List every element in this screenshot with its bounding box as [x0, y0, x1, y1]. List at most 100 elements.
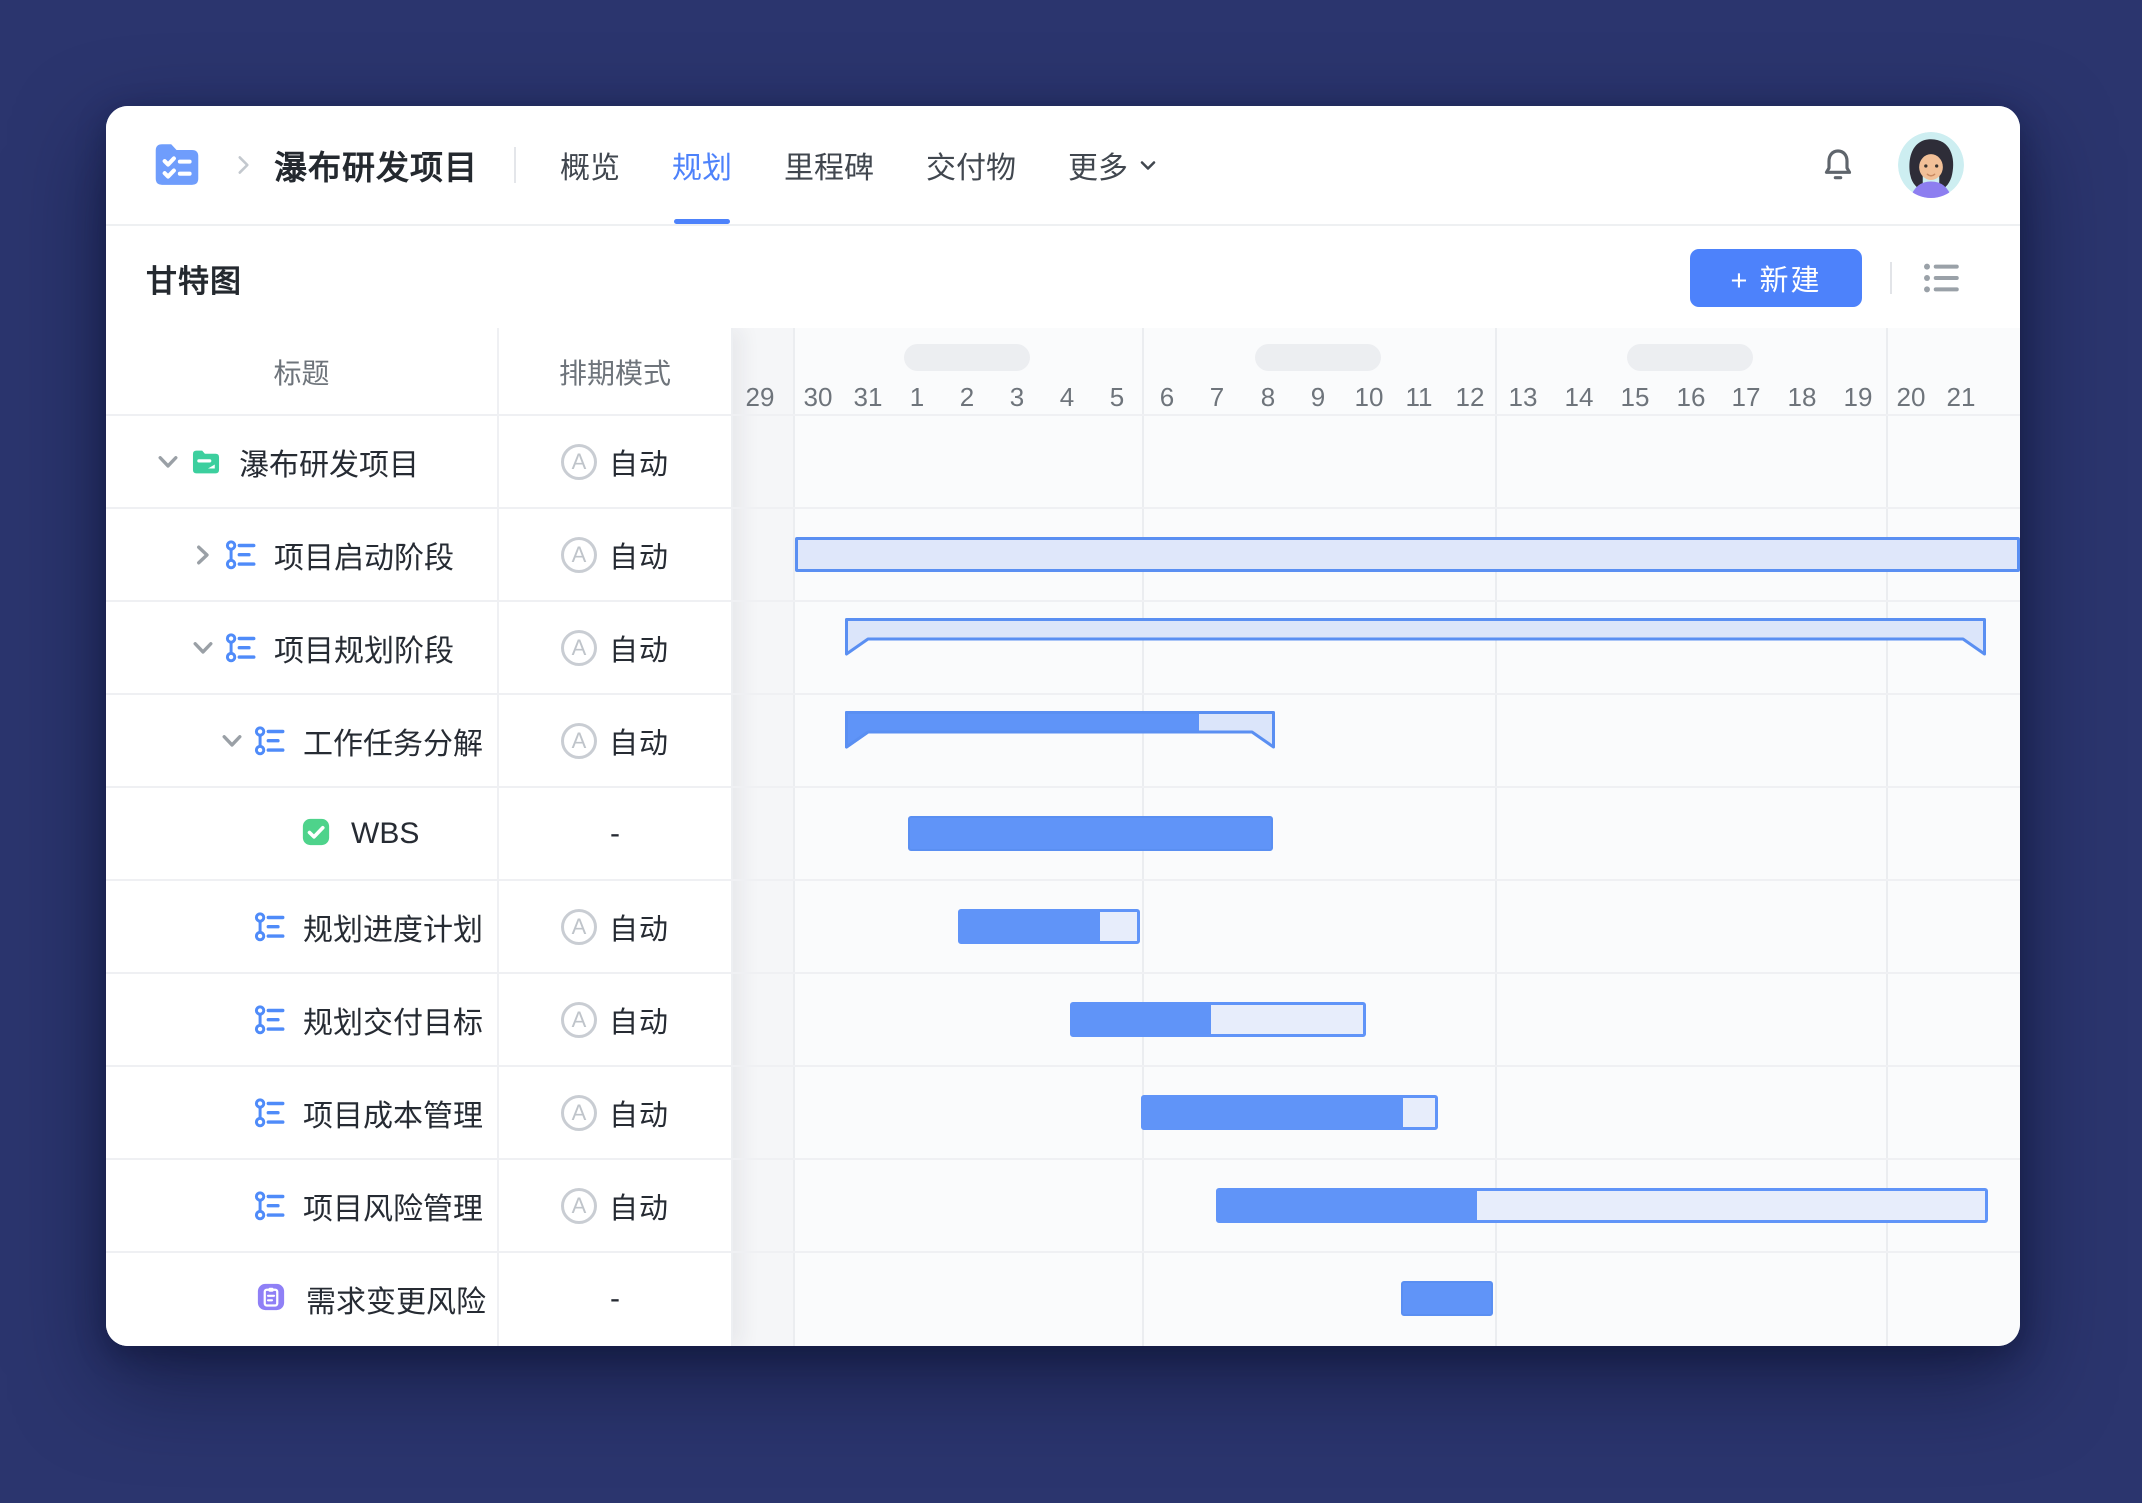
chevron-down-icon[interactable] — [215, 724, 249, 758]
day-label: 15 — [1621, 382, 1650, 413]
table-row[interactable]: 规划交付目标A自动 — [106, 973, 733, 1066]
chevron-down-icon[interactable] — [186, 631, 220, 665]
notification-bell-icon[interactable] — [1818, 145, 1858, 185]
day-label: 29 — [746, 382, 775, 413]
schedule-mode-label: 自动 — [609, 441, 669, 483]
auto-mode-badge-icon: A — [561, 1188, 597, 1224]
auto-mode-badge-icon: A — [561, 909, 597, 945]
schedule-mode-cell[interactable]: A自动 — [497, 880, 733, 973]
breadcrumb-chevron-icon — [230, 152, 256, 178]
list-view-icon[interactable] — [1920, 257, 1962, 299]
gantt-bar-task-progress[interactable] — [1141, 1095, 1438, 1130]
table-row[interactable]: 规划进度计划A自动 — [106, 880, 733, 973]
gantt-toolbar: 甘特图 + 新建 — [106, 228, 2020, 328]
tab-label: 概览 — [560, 143, 620, 187]
tab-概览[interactable]: 概览 — [560, 106, 620, 224]
tab-更多[interactable]: 更多 — [1068, 106, 1160, 224]
day-label: 3 — [1010, 382, 1024, 413]
column-header-title: 标题 — [106, 328, 497, 415]
tab-规划[interactable]: 规划 — [672, 106, 732, 224]
gantt-bar-task[interactable] — [908, 816, 1273, 851]
day-label: 5 — [1110, 382, 1124, 413]
schedule-mode-cell[interactable]: A自动 — [497, 1066, 733, 1159]
schedule-mode-cell[interactable]: A自动 — [497, 694, 733, 787]
stage-icon — [224, 631, 258, 665]
tab-里程碑[interactable]: 里程碑 — [784, 106, 874, 224]
task-title: 瀑布研发项目 — [239, 440, 419, 484]
day-label: 4 — [1060, 382, 1074, 413]
schedule-mode-label: 自动 — [609, 627, 669, 669]
schedule-mode-cell[interactable]: A自动 — [497, 508, 733, 601]
schedule-mode-cell[interactable]: A自动 — [497, 973, 733, 1066]
schedule-mode-cell[interactable]: - — [497, 1252, 733, 1345]
auto-mode-badge-icon: A — [561, 723, 597, 759]
tab-label: 交付物 — [926, 143, 1016, 187]
day-label: 12 — [1456, 382, 1485, 413]
day-label: 11 — [1406, 382, 1433, 413]
table-row[interactable]: 项目风险管理A自动 — [106, 1159, 733, 1252]
chevron-right-icon[interactable] — [186, 538, 220, 572]
tab-label: 里程碑 — [784, 143, 874, 187]
gantt-bar-fill — [1218, 1190, 1477, 1223]
row-gridline — [106, 600, 2020, 602]
table-row[interactable]: 工作任务分解 A自动 — [106, 694, 733, 787]
gantt-bar-range[interactable] — [795, 537, 2020, 572]
schedule-mode-dash: - — [610, 817, 620, 851]
gantt-bar-summary[interactable] — [845, 618, 1986, 658]
task-title: WBS — [351, 817, 419, 851]
user-avatar[interactable] — [1898, 132, 1964, 198]
stage-icon — [224, 538, 258, 572]
table-row[interactable]: 瀑布研发项目 A自动 — [106, 415, 733, 508]
row-gridline — [106, 693, 2020, 695]
stage-icon — [253, 1096, 287, 1130]
doc-icon — [256, 1282, 290, 1316]
schedule-mode-cell[interactable]: - — [497, 787, 733, 880]
gantt-bar-task-progress[interactable] — [1070, 1002, 1366, 1037]
stage-icon — [253, 1189, 287, 1223]
gantt-bar-summary[interactable] — [845, 711, 1275, 751]
day-label: 1 — [910, 382, 924, 413]
gantt-bar-task-progress[interactable] — [958, 909, 1140, 944]
stage-icon — [253, 910, 287, 944]
table-row[interactable]: 项目成本管理 A自动 — [106, 1066, 733, 1159]
schedule-mode-label: 自动 — [609, 1185, 669, 1227]
table-row[interactable]: WBS - — [106, 787, 733, 880]
auto-mode-badge-icon: A — [561, 630, 597, 666]
gantt-bar-summary-fill — [845, 711, 1199, 751]
schedule-mode-cell[interactable]: A自动 — [497, 415, 733, 508]
day-label: 8 — [1261, 382, 1275, 413]
day-label: 6 — [1160, 382, 1174, 413]
new-task-button[interactable]: + 新建 — [1690, 249, 1862, 307]
app-logo-icon[interactable] — [148, 136, 206, 194]
auto-mode-badge-icon: A — [561, 537, 597, 573]
gantt-main: 293031123456789101112131415161718192021 … — [106, 328, 2020, 1346]
column-header-mode: 排期模式 — [497, 328, 733, 415]
task-title: 项目成本管理 — [303, 1091, 483, 1135]
table-row[interactable]: 项目规划阶段A自动 — [106, 601, 733, 694]
auto-mode-badge-icon: A — [561, 1002, 597, 1038]
schedule-mode-cell[interactable]: A 自动 — [497, 1159, 733, 1252]
tab-交付物[interactable]: 交付物 — [926, 106, 1016, 224]
day-label: 20 — [1897, 382, 1926, 413]
project-icon — [189, 445, 223, 479]
table-row[interactable]: 需求变更风险- — [106, 1252, 733, 1345]
gantt-bar-fill — [1143, 1097, 1403, 1130]
chevron-down-icon[interactable] — [151, 445, 185, 479]
day-label: 13 — [1509, 382, 1538, 413]
day-label: 2 — [960, 382, 974, 413]
month-label-skeleton — [904, 344, 1030, 371]
row-gridline — [106, 879, 2020, 881]
task-title: 需求变更风险 — [306, 1277, 486, 1321]
day-label: 21 — [1947, 382, 1976, 413]
row-gridline — [106, 786, 2020, 788]
row-gridline — [106, 1158, 2020, 1160]
task-title: 工作任务分解 — [303, 719, 483, 763]
day-label: 14 — [1565, 382, 1594, 413]
week-gridline — [793, 328, 795, 1346]
row-gridline — [106, 1251, 2020, 1253]
row-gridline — [106, 414, 2020, 416]
schedule-mode-cell[interactable]: A 自动 — [497, 601, 733, 694]
table-row[interactable]: 项目启动阶段A自动 — [106, 508, 733, 601]
gantt-bar-task-progress[interactable] — [1216, 1188, 1988, 1223]
gantt-bar-task[interactable] — [1401, 1281, 1493, 1316]
